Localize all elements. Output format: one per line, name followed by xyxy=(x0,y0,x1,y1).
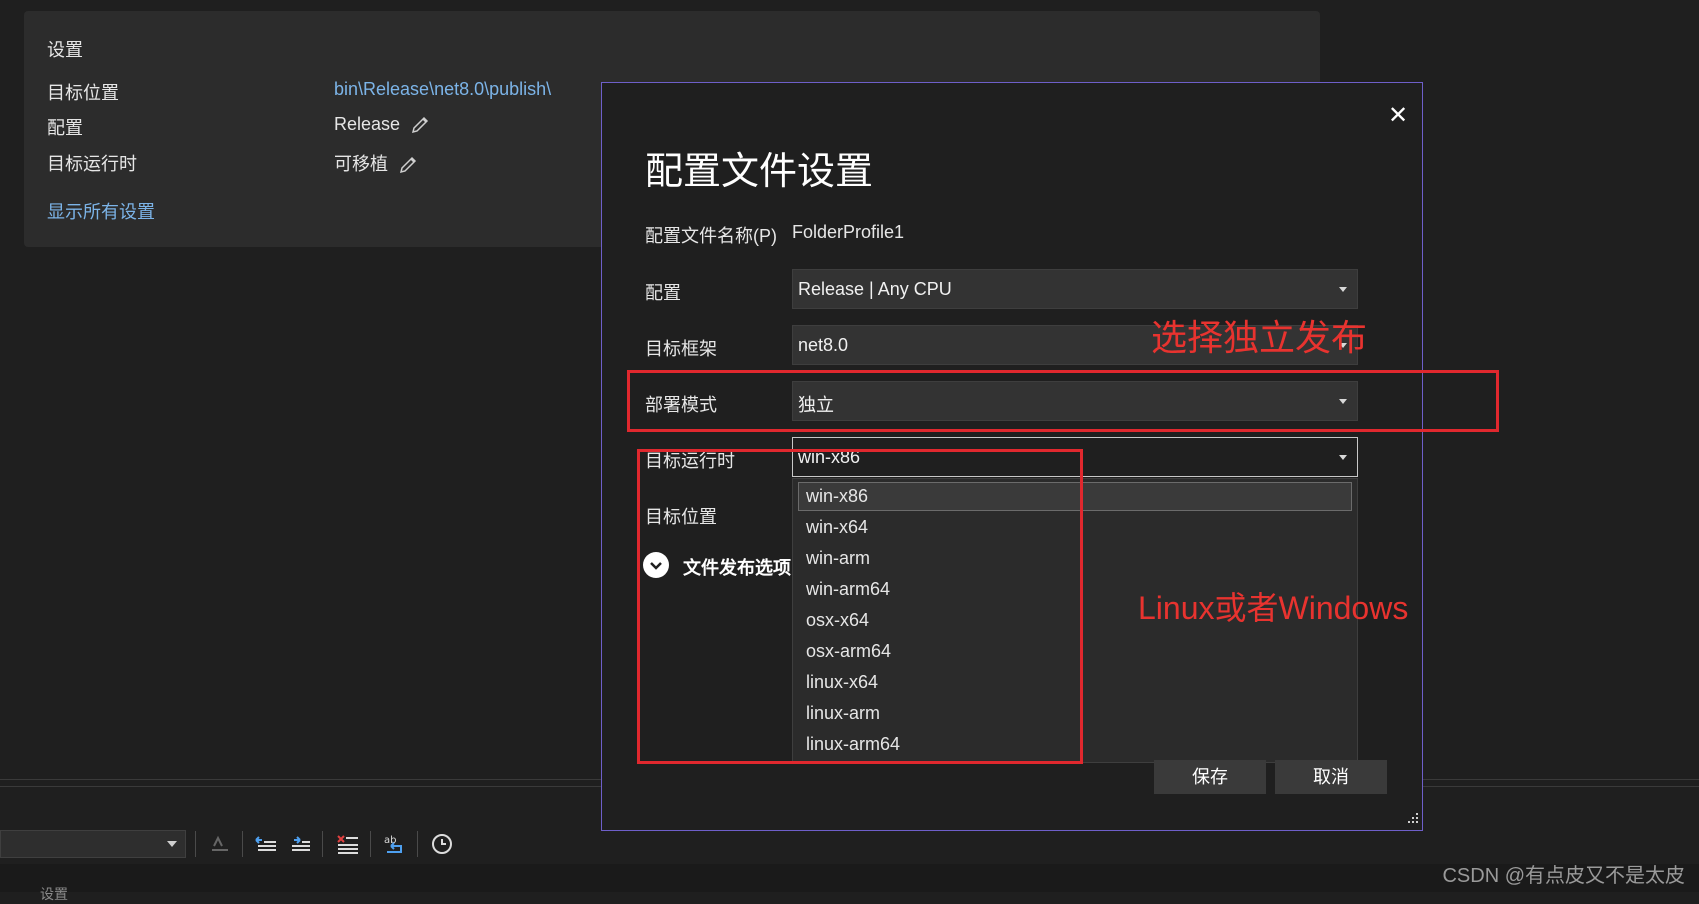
target-location-label: 目标位置 xyxy=(47,83,119,103)
close-button[interactable]: ✕ xyxy=(1383,101,1413,131)
toolbar-separator xyxy=(195,831,196,857)
toolbar-separator xyxy=(242,831,243,857)
configuration-field-label: 配置 xyxy=(645,283,681,303)
target-runtime-label: 目标运行时 xyxy=(47,154,137,174)
edit-configuration-icon[interactable] xyxy=(410,115,430,135)
configuration-select[interactable]: Release | Any CPU xyxy=(792,269,1358,309)
edit-runtime-icon[interactable] xyxy=(398,155,418,175)
target-location-link[interactable]: bin\Release\net8.0\publish\ xyxy=(334,79,551,100)
toolbar-dropdown[interactable] xyxy=(0,830,186,858)
runtime-list-highlight xyxy=(637,449,1083,764)
chevron-down-icon xyxy=(1339,455,1347,460)
target-runtime-value: 可移植 xyxy=(334,154,388,174)
toolbar-separator xyxy=(417,831,418,857)
word-wrap-icon[interactable]: ab xyxy=(381,830,409,858)
runtime-annotation: Linux或者Windows xyxy=(1138,590,1409,626)
dialog-title: 配置文件设置 xyxy=(645,151,874,193)
chevron-down-icon xyxy=(1339,287,1347,292)
toolbar-separator xyxy=(322,831,323,857)
profile-name-label: 配置文件名称(P) xyxy=(645,226,777,246)
target-runtime-row: 可移植 xyxy=(334,150,418,176)
indent-icon[interactable] xyxy=(286,830,314,858)
svg-text:ab: ab xyxy=(384,835,396,846)
save-button[interactable]: 保存 xyxy=(1154,760,1266,794)
configuration-row: Release xyxy=(334,114,430,135)
resize-grip-icon[interactable] xyxy=(1405,811,1419,825)
chevron-down-icon xyxy=(167,841,177,847)
deploy-mode-highlight xyxy=(627,370,1499,432)
framework-select-value: net8.0 xyxy=(798,335,849,355)
outdent-icon[interactable] xyxy=(252,830,280,858)
clock-icon[interactable] xyxy=(428,830,456,858)
toolbar-separator xyxy=(370,831,371,857)
cancel-button[interactable]: 取消 xyxy=(1275,760,1387,794)
configuration-label: 配置 xyxy=(47,118,83,138)
bottom-panel-tab[interactable]: 设置 xyxy=(40,884,68,904)
watermark: CSDN @有点皮又不是太皮 xyxy=(1442,865,1685,887)
configuration-value: Release xyxy=(334,114,401,134)
configuration-select-value: Release | Any CPU xyxy=(798,279,952,299)
clear-format-icon[interactable] xyxy=(206,830,234,858)
remove-lines-icon[interactable] xyxy=(334,830,362,858)
profile-name-value: FolderProfile1 xyxy=(792,222,905,242)
show-all-settings-link[interactable]: 显示所有设置 xyxy=(47,198,155,224)
settings-panel-title: 设置 xyxy=(47,40,83,60)
deploy-annotation: 选择独立发布 xyxy=(1151,317,1368,358)
framework-field-label: 目标框架 xyxy=(645,339,717,359)
